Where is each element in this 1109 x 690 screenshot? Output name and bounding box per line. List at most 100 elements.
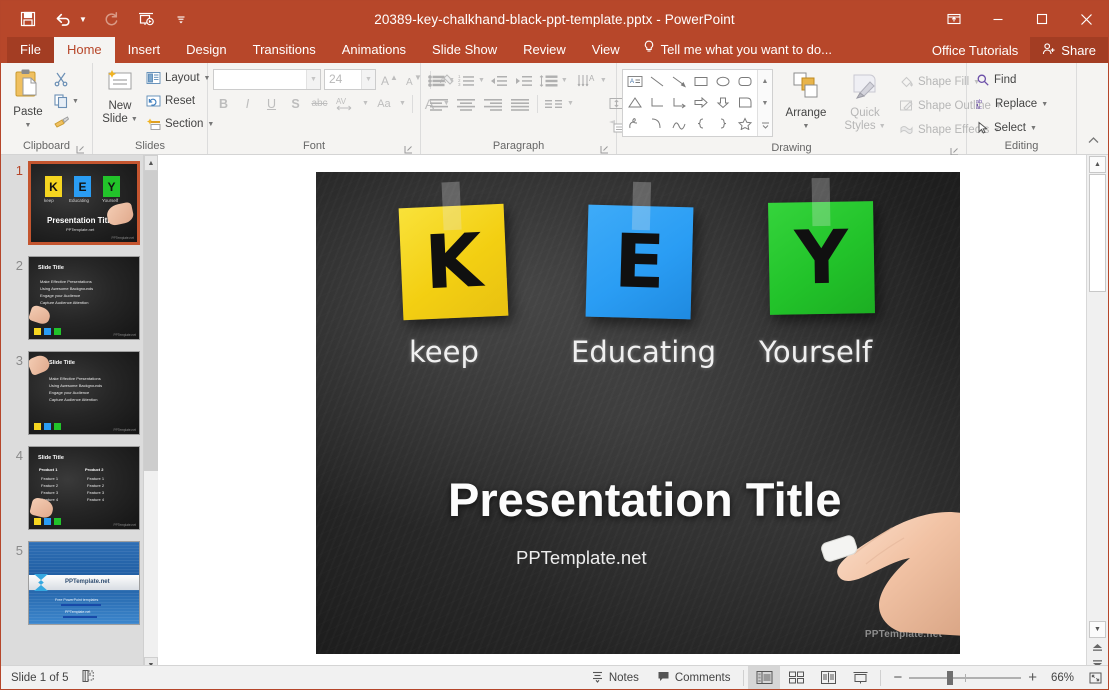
new-slide-button[interactable]: New Slide ▼ (98, 66, 142, 128)
quick-styles-dropdown-icon[interactable]: ▼ (879, 120, 886, 133)
oval-shape-icon[interactable] (712, 71, 734, 92)
redo-icon[interactable] (100, 8, 122, 30)
numbering-dropdown-icon[interactable]: ▼ (478, 77, 485, 84)
rounded-rectangle-shape-icon[interactable] (734, 71, 756, 92)
star-shape-icon[interactable] (734, 113, 756, 134)
office-tutorials-link[interactable]: Office Tutorials (920, 43, 1030, 58)
line-shape-icon[interactable] (646, 71, 668, 92)
shapes-gallery[interactable]: A ▲ ▼ (622, 69, 773, 137)
slide-scroll-up-icon[interactable]: ▲ (1089, 156, 1106, 173)
zoom-level-label[interactable]: 66% (1044, 672, 1074, 684)
font-name-input[interactable]: ▼ (213, 69, 321, 90)
tab-file[interactable]: File (7, 37, 54, 63)
columns-dropdown-icon[interactable]: ▼ (567, 100, 574, 107)
change-case-button[interactable]: Aa (372, 93, 396, 114)
format-painter-button[interactable] (50, 112, 72, 134)
slide-scroll-down-icon[interactable]: ▼ (1089, 621, 1106, 638)
left-brace-shape-icon[interactable] (690, 113, 712, 134)
undo-dropdown-icon[interactable]: ▼ (79, 15, 87, 24)
maximize-icon[interactable] (1020, 1, 1064, 37)
previous-slide-icon[interactable] (1087, 639, 1108, 656)
zoom-slider-thumb[interactable] (947, 670, 954, 685)
copy-dropdown-icon[interactable]: ▼ (72, 98, 79, 105)
align-center-icon[interactable] (453, 93, 479, 114)
strikethrough-button[interactable]: abc (309, 93, 330, 114)
slide-scroll-track[interactable] (1087, 174, 1108, 620)
thumbnail-scroll-up-icon[interactable]: ▲ (144, 155, 158, 171)
rectangle-shape-icon[interactable] (690, 71, 712, 92)
italic-button[interactable]: I (237, 93, 258, 114)
slide-scroll-thumb[interactable] (1089, 174, 1106, 292)
thumbnail-slide-2[interactable]: 2 Slide Title Make Effective Presentatio… (1, 256, 158, 340)
reset-button[interactable]: Reset (142, 90, 218, 112)
text-direction-icon[interactable]: A (575, 70, 599, 91)
block-arrow-shape-icon[interactable] (690, 92, 712, 113)
close-icon[interactable] (1064, 1, 1108, 37)
curve-shape-icon[interactable] (668, 113, 690, 134)
decrease-indent-icon[interactable] (486, 70, 510, 91)
copy-button[interactable] (50, 90, 72, 112)
thumbnail-frame-5[interactable]: PPTemplate.net Free PowerPoint templates… (28, 541, 140, 625)
minimize-icon[interactable] (976, 1, 1020, 37)
slide-canvas[interactable]: K keep E Educating Y Yourself Presentati… (316, 172, 960, 654)
bullets-icon[interactable] (426, 70, 447, 91)
thumbnail-frame-4[interactable]: Slide Title Product 1 Product 2 Feature … (28, 446, 140, 530)
scribble-shape-icon[interactable] (624, 113, 646, 134)
text-box-shape-icon[interactable]: A (624, 71, 646, 92)
tab-slide-show[interactable]: Slide Show (419, 37, 510, 63)
drawing-dialog-launcher[interactable] (950, 146, 959, 156)
line-spacing-icon[interactable] (536, 70, 560, 91)
character-spacing-dropdown-icon[interactable]: ▼ (362, 100, 369, 107)
numbering-icon[interactable]: 1 2 3 (456, 70, 477, 91)
font-name-dropdown-icon[interactable]: ▼ (306, 70, 320, 89)
save-icon[interactable] (17, 8, 39, 30)
thumbnail-slide-3[interactable]: 3 Slide Title Make Effective Presentatio… (1, 351, 158, 435)
slideshow-icon[interactable] (135, 8, 157, 30)
customize-quick-access-icon[interactable] (170, 8, 192, 30)
ribbon-display-options-icon[interactable] (932, 1, 976, 37)
down-arrow-shape-icon[interactable] (712, 92, 734, 113)
select-button[interactable]: Select ▼ (972, 117, 1052, 139)
reading-view-icon[interactable] (812, 666, 844, 690)
right-brace-shape-icon[interactable] (712, 113, 734, 134)
align-left-icon[interactable] (426, 93, 452, 114)
slide-scrollbar[interactable]: ▲ ▼ (1086, 155, 1108, 673)
triangle-shape-icon[interactable] (624, 92, 646, 113)
replace-button[interactable]: ab ac Replace ▼ (972, 93, 1052, 115)
thumbnail-slide-4[interactable]: 4 Slide Title Product 1 Product 2 Featur… (1, 446, 158, 530)
shapes-scroll-down-icon[interactable]: ▼ (758, 92, 772, 114)
tab-review[interactable]: Review (510, 37, 579, 63)
bullets-dropdown-icon[interactable]: ▼ (448, 77, 455, 84)
zoom-slider[interactable] (909, 670, 1022, 685)
select-dropdown-icon[interactable]: ▼ (1030, 125, 1037, 132)
shapes-more-icon[interactable] (758, 114, 772, 136)
thumbnail-frame-3[interactable]: Slide Title Make Effective Presentations… (28, 351, 140, 435)
thumbnail-scroll-thumb[interactable] (144, 171, 158, 471)
zoom-in-button[interactable]: + (1028, 669, 1037, 686)
columns-icon[interactable] (542, 93, 566, 114)
tab-transitions[interactable]: Transitions (240, 37, 329, 63)
cut-button[interactable] (50, 68, 72, 90)
thumbnail-scroll-track[interactable] (144, 171, 158, 657)
font-size-input[interactable]: 24 ▼ (324, 69, 376, 90)
underline-button[interactable]: U (261, 93, 282, 114)
comments-button[interactable]: Comments (648, 666, 740, 690)
paragraph-dialog-launcher[interactable] (600, 144, 609, 154)
slide-show-icon[interactable] (844, 666, 876, 690)
line-spacing-dropdown-icon[interactable]: ▼ (561, 77, 568, 84)
font-dialog-launcher[interactable] (404, 144, 413, 154)
tab-view[interactable]: View (579, 37, 633, 63)
arc-shape-icon[interactable] (646, 113, 668, 134)
text-shadow-button[interactable]: S (285, 93, 306, 114)
share-button[interactable]: Share (1030, 37, 1108, 63)
shapes-gallery-scrollbar[interactable]: ▲ ▼ (757, 70, 772, 136)
replace-dropdown-icon[interactable]: ▼ (1041, 101, 1048, 108)
fit-slide-icon[interactable] (1082, 666, 1108, 690)
font-size-dropdown-icon[interactable]: ▼ (361, 70, 375, 89)
undo-icon[interactable] (52, 8, 74, 30)
elbow-arrow-shape-icon[interactable] (668, 92, 690, 113)
change-case-dropdown-icon[interactable]: ▼ (399, 100, 406, 107)
tab-design[interactable]: Design (173, 37, 239, 63)
thumbnail-scrollbar[interactable]: ▲ ▼ (143, 155, 158, 673)
section-button[interactable]: Section ▼ (142, 113, 218, 135)
